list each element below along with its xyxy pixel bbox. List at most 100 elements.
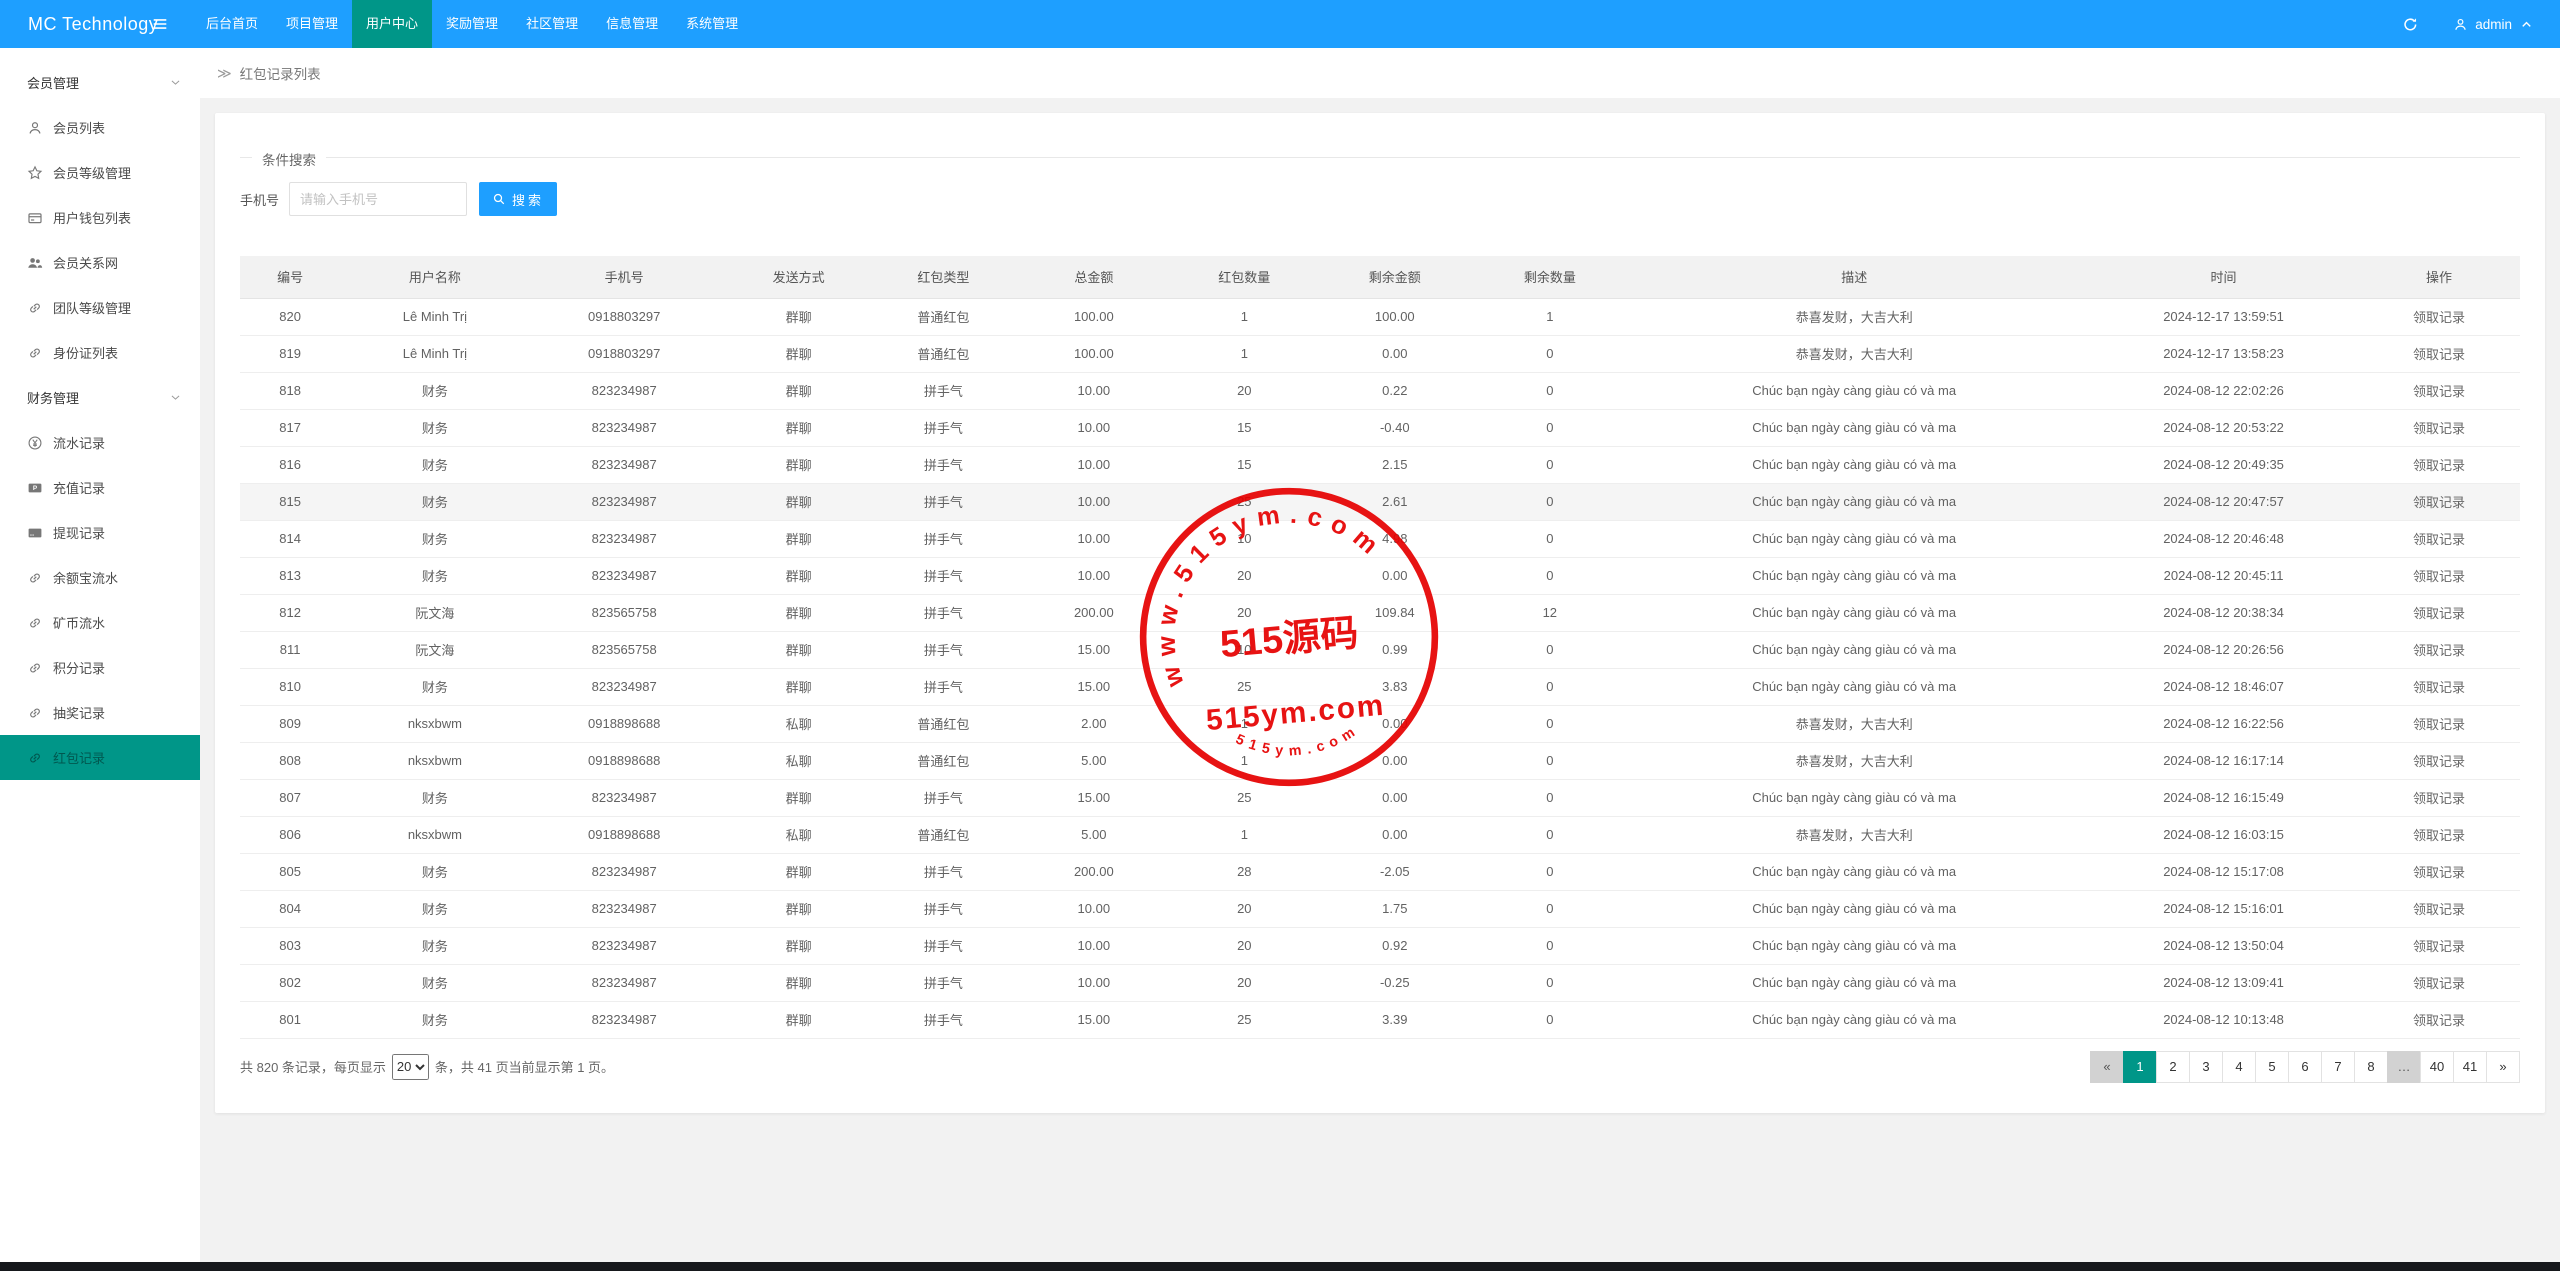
sidebar-item[interactable]: 会员管理	[0, 60, 200, 105]
cell-remaining-count: 1	[1480, 298, 1620, 336]
sidebar-item[interactable]: 充值记录	[0, 465, 200, 510]
cell-user: nksxbwm	[340, 816, 530, 854]
link-icon	[27, 705, 43, 721]
claim-records-link[interactable]: 领取记录	[2413, 643, 2465, 658]
pagination-button[interactable]: 5	[2255, 1050, 2289, 1083]
table-row: 810 财务 823234987 群聊 拼手气 15.00 25 3.83 0 …	[240, 668, 2520, 706]
wallet-icon	[27, 210, 43, 226]
pagination-button[interactable]: 6	[2288, 1050, 2322, 1083]
claim-records-link[interactable]: 领取记录	[2413, 976, 2465, 991]
claim-records-link[interactable]: 领取记录	[2413, 347, 2465, 362]
phone-search-input[interactable]	[289, 182, 468, 216]
claim-records-link[interactable]: 领取记录	[2413, 532, 2465, 547]
table-body: 820 Lê Minh Trị 0918803297 群聊 普通红包 100.0…	[240, 298, 2520, 1039]
claim-records-link[interactable]: 领取记录	[2413, 902, 2465, 917]
sidebar-item[interactable]: 积分记录	[0, 645, 200, 690]
claim-records-link[interactable]: 领取记录	[2413, 939, 2465, 954]
claim-records-link[interactable]: 领取记录	[2413, 828, 2465, 843]
nav-item[interactable]: 后台首页	[192, 0, 272, 48]
cell-description: Chúc bạn ngày càng giàu có và ma	[1619, 890, 2090, 928]
claim-records-link[interactable]: 领取记录	[2413, 754, 2465, 769]
sidebar-item[interactable]: 身份证列表	[0, 330, 200, 375]
nav-item[interactable]: 信息管理	[592, 0, 672, 48]
claim-records-link[interactable]: 领取记录	[2413, 384, 2465, 399]
content-card: 条件搜索 手机号 搜索 编号用户名称手机号发送方式红包类型总金额红包数量剩余金额…	[215, 113, 2545, 1113]
column-header: 手机号	[529, 256, 719, 299]
claim-records-link[interactable]: 领取记录	[2413, 680, 2465, 695]
sidebar-item[interactable]: 用户钱包列表	[0, 195, 200, 240]
cell-remaining-amount: 0.00	[1309, 335, 1481, 373]
breadcrumb-separator: ≫	[217, 64, 232, 81]
pagination-button[interactable]: 2	[2156, 1050, 2190, 1083]
cell-packet-count: 15	[1179, 409, 1310, 447]
cell-user: 阮文海	[340, 594, 530, 632]
sidebar-item[interactable]: 会员等级管理	[0, 150, 200, 195]
cell-user: 财务	[340, 483, 530, 521]
claim-records-link[interactable]: 领取记录	[2413, 458, 2465, 473]
pagination-button[interactable]: 41	[2453, 1050, 2487, 1083]
nav-item[interactable]: 系统管理	[672, 0, 752, 48]
pagination-button[interactable]: 1	[2123, 1050, 2157, 1083]
cell-user: Lê Minh Trị	[340, 298, 530, 336]
sidebar-item[interactable]: 红包记录	[0, 735, 200, 780]
cell-time: 2024-08-12 16:03:15	[2089, 816, 2359, 854]
cell-time: 2024-08-12 16:22:56	[2089, 705, 2359, 743]
cell-packet-count: 20	[1179, 557, 1310, 595]
sidebar-item[interactable]: 财务管理	[0, 375, 200, 420]
sidebar-item[interactable]: 余额宝流水	[0, 555, 200, 600]
cell-packet-type: 拼手气	[878, 779, 1009, 817]
page-size-select[interactable]: 20	[391, 1053, 429, 1080]
sidebar-item[interactable]: 流水记录	[0, 420, 200, 465]
pagination-button[interactable]: 7	[2321, 1050, 2355, 1083]
claim-records-link[interactable]: 领取记录	[2413, 310, 2465, 325]
nav-item[interactable]: 项目管理	[272, 0, 352, 48]
claim-records-link[interactable]: 领取记录	[2413, 791, 2465, 806]
cell-time: 2024-08-12 10:13:48	[2089, 1001, 2359, 1039]
pagination-button[interactable]: 8	[2354, 1050, 2388, 1083]
pagination-button[interactable]: 4	[2222, 1050, 2256, 1083]
nav-item[interactable]: 用户中心	[352, 0, 433, 48]
cell-user: 财务	[340, 446, 530, 484]
nav-item[interactable]: 社区管理	[512, 0, 592, 48]
hamburger-menu-icon[interactable]	[140, 0, 180, 48]
chevron-down-icon	[169, 391, 182, 404]
cell-packet-count: 25	[1179, 1001, 1310, 1039]
claim-records-link[interactable]: 领取记录	[2413, 1013, 2465, 1028]
table-header-row: 编号 用户名称 手机号 发送方式 红包类型 总金额 红包数量 剩余金额 剩余数量 描述 时间 操作	[240, 256, 2520, 299]
cell-packet-count: 20	[1179, 927, 1310, 965]
sidebar-item-label: 充值记录	[53, 481, 106, 496]
claim-records-link[interactable]: 领取记录	[2413, 606, 2465, 621]
claim-records-link[interactable]: 领取记录	[2413, 865, 2465, 880]
sidebar-item[interactable]: 抽奖记录	[0, 690, 200, 735]
nav-item[interactable]: 奖励管理	[432, 0, 512, 48]
pagination-button[interactable]: «	[2090, 1050, 2124, 1083]
claim-records-link[interactable]: 领取记录	[2413, 495, 2465, 510]
cell-packet-type: 拼手气	[878, 927, 1009, 965]
pagination-button[interactable]: 3	[2189, 1050, 2223, 1083]
sidebar-item[interactable]: 矿币流水	[0, 600, 200, 645]
sidebar-item[interactable]: 会员关系网	[0, 240, 200, 285]
admin-user-menu[interactable]: admin	[2453, 17, 2534, 32]
cell-remaining-amount: 1.75	[1309, 890, 1481, 928]
pagination-button[interactable]: 40	[2420, 1050, 2454, 1083]
claim-records-link[interactable]: 领取记录	[2413, 569, 2465, 584]
cell-description: 恭喜发财，大吉大利	[1619, 742, 2090, 780]
sidebar-item[interactable]: 团队等级管理	[0, 285, 200, 330]
cell-time: 2024-08-12 15:17:08	[2089, 853, 2359, 891]
claim-records-link[interactable]: 领取记录	[2413, 717, 2465, 732]
cell-total-amount: 10.00	[1008, 483, 1180, 521]
cell-packet-type: 拼手气	[878, 668, 1009, 706]
cell-remaining-amount: 2.61	[1309, 483, 1481, 521]
cell-phone: 823234987	[529, 1001, 719, 1039]
pagination-button[interactable]: »	[2486, 1050, 2520, 1083]
pagination-button[interactable]: …	[2387, 1050, 2421, 1083]
yen-icon	[27, 435, 43, 451]
cell-total-amount: 100.00	[1008, 335, 1180, 373]
cell-id: 806	[240, 816, 341, 854]
sidebar-item[interactable]: 提现记录	[0, 510, 200, 555]
sidebar-item[interactable]: 会员列表	[0, 105, 200, 150]
claim-records-link[interactable]: 领取记录	[2413, 421, 2465, 436]
search-button[interactable]: 搜索	[479, 182, 558, 216]
refresh-icon[interactable]	[2402, 16, 2419, 33]
cell-remaining-count: 0	[1480, 335, 1620, 373]
